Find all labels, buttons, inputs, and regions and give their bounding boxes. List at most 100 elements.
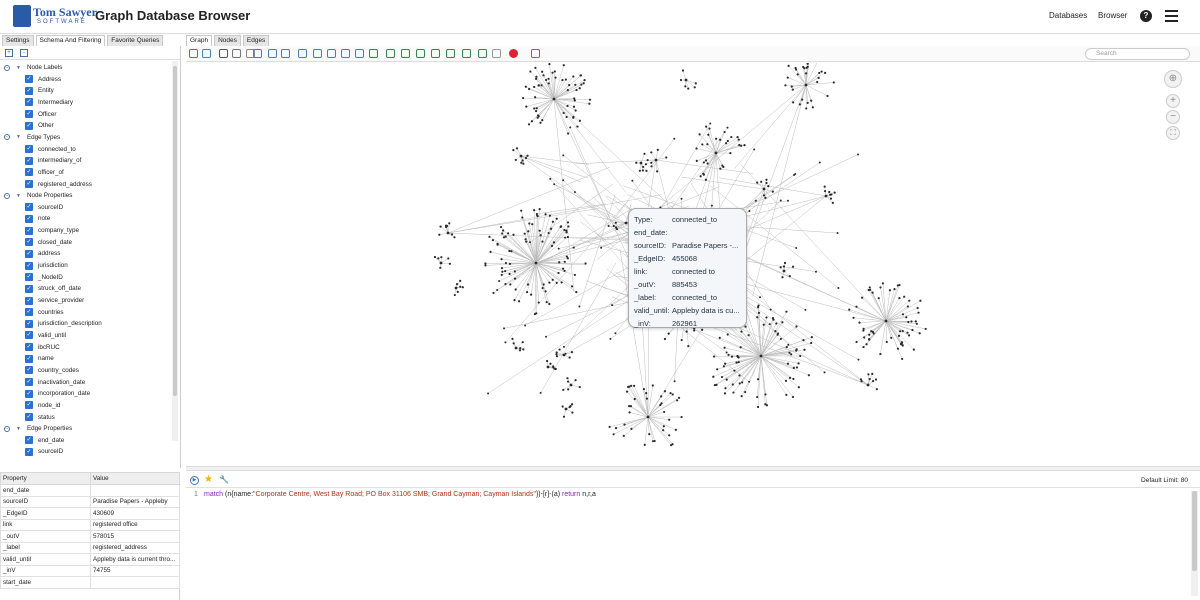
- tree-group[interactable]: − ▼ Node Properties: [4, 190, 72, 201]
- graph-node[interactable]: [567, 388, 570, 391]
- graph-node[interactable]: [779, 199, 782, 202]
- graph-node[interactable]: [489, 250, 492, 253]
- graph-node[interactable]: [628, 411, 631, 414]
- graph-node[interactable]: [522, 96, 525, 100]
- graph-node[interactable]: [748, 380, 751, 383]
- graph-node[interactable]: [860, 380, 863, 383]
- graph-node[interactable]: [731, 383, 734, 386]
- property-column-header[interactable]: Property: [0, 472, 91, 485]
- checkbox-checked-icon[interactable]: ✓: [25, 284, 33, 293]
- graph-node[interactable]: [507, 232, 510, 235]
- graph-node[interactable]: [907, 334, 911, 337]
- graph-node[interactable]: [645, 169, 648, 172]
- graph-node[interactable]: [622, 434, 625, 437]
- graph-node[interactable]: [823, 185, 826, 188]
- graph-node[interactable]: [564, 352, 567, 355]
- graph-node[interactable]: [906, 305, 909, 308]
- checkbox-checked-icon[interactable]: ✓: [25, 436, 33, 445]
- graph-node[interactable]: [656, 170, 659, 173]
- graph-edge[interactable]: [856, 306, 887, 322]
- tree-item[interactable]: ✓ _NodeID: [25, 272, 63, 283]
- graph-node[interactable]: [530, 293, 533, 296]
- tree-item[interactable]: ✓ registered_address: [25, 179, 92, 190]
- graph-node[interactable]: [857, 358, 860, 361]
- graph-edge[interactable]: [745, 256, 887, 322]
- graph-node[interactable]: [684, 85, 687, 88]
- graph-node[interactable]: [541, 286, 544, 290]
- graph-node[interactable]: [562, 64, 565, 67]
- graph-node[interactable]: [787, 64, 790, 67]
- graph-node[interactable]: [857, 153, 860, 156]
- graph-node[interactable]: [792, 101, 795, 104]
- tree-item[interactable]: ✓ intermediary_of: [25, 155, 81, 166]
- graph-node[interactable]: [533, 312, 537, 316]
- graph-node[interactable]: [754, 199, 757, 202]
- graph-node[interactable]: [533, 107, 536, 110]
- graph-node[interactable]: [564, 236, 567, 239]
- graph-node[interactable]: [665, 156, 668, 159]
- graph-node[interactable]: [787, 343, 790, 346]
- graph-node[interactable]: [757, 304, 760, 307]
- graph-node[interactable]: [879, 352, 882, 356]
- graph-node[interactable]: [628, 385, 631, 388]
- graph-node[interactable]: [499, 225, 503, 229]
- tree-item[interactable]: ✓ sourceID: [25, 202, 63, 213]
- graph-node[interactable]: [708, 127, 711, 130]
- graph-node[interactable]: [719, 167, 722, 170]
- graph-node[interactable]: [525, 290, 529, 294]
- collapse-all-icon[interactable]: -: [20, 49, 28, 57]
- graph-node[interactable]: [680, 415, 683, 419]
- graph-node[interactable]: [572, 115, 575, 118]
- graph-node[interactable]: [514, 346, 518, 350]
- graph-node[interactable]: [764, 403, 767, 406]
- checkbox-checked-icon[interactable]: ✓: [25, 145, 33, 154]
- graph-node[interactable]: [633, 397, 636, 401]
- graph-node[interactable]: [810, 99, 813, 102]
- graph-node[interactable]: [566, 377, 569, 380]
- graph-node[interactable]: [905, 316, 908, 319]
- graph-node[interactable]: [723, 130, 726, 134]
- graph-edge[interactable]: [553, 98, 634, 269]
- graph-edge[interactable]: [609, 416, 649, 428]
- graph-node[interactable]: [504, 283, 507, 286]
- graph-node[interactable]: [756, 181, 759, 184]
- graph-node[interactable]: [453, 236, 456, 239]
- graph-node[interactable]: [549, 177, 552, 180]
- graph-node[interactable]: [562, 154, 565, 157]
- graph-node[interactable]: [447, 257, 450, 260]
- select-pointer-icon[interactable]: [253, 49, 262, 58]
- settings-wrench-icon[interactable]: 🔧: [219, 475, 229, 484]
- graph-node[interactable]: [615, 228, 619, 231]
- graph-edge[interactable]: [682, 70, 687, 81]
- graph-node[interactable]: [438, 233, 441, 236]
- graph-node[interactable]: [811, 106, 814, 109]
- checkbox-checked-icon[interactable]: ✓: [25, 110, 33, 119]
- graph-node[interactable]: [580, 83, 583, 86]
- graph-node[interactable]: [807, 374, 811, 377]
- graph-node[interactable]: [875, 388, 878, 391]
- graph-node[interactable]: [871, 291, 874, 294]
- graph-node[interactable]: [663, 337, 667, 341]
- graph-node[interactable]: [798, 103, 801, 106]
- checkbox-checked-icon[interactable]: ✓: [25, 447, 33, 456]
- graph-node[interactable]: [735, 361, 738, 364]
- graph-node[interactable]: [547, 231, 550, 235]
- zoom-box-icon[interactable]: [341, 49, 350, 58]
- graph-node[interactable]: [513, 299, 516, 302]
- graph-edge[interactable]: [640, 153, 645, 164]
- graph-node[interactable]: [650, 165, 653, 168]
- graph-node[interactable]: [804, 308, 807, 311]
- graph-node[interactable]: [663, 410, 666, 414]
- graph-node[interactable]: [531, 223, 534, 226]
- graph-node[interactable]: [695, 159, 698, 162]
- graph-node[interactable]: [730, 135, 733, 139]
- graph-node[interactable]: [554, 76, 557, 79]
- checkbox-checked-icon[interactable]: ✓: [25, 343, 33, 352]
- graph-edge[interactable]: [520, 155, 590, 165]
- graph-node[interactable]: [804, 72, 808, 75]
- zoom-out-tool-icon[interactable]: [313, 49, 322, 58]
- graph-node[interactable]: [568, 84, 571, 87]
- checkbox-checked-icon[interactable]: ✓: [25, 366, 33, 375]
- graph-node[interactable]: [570, 403, 574, 406]
- graph-node[interactable]: [694, 82, 697, 85]
